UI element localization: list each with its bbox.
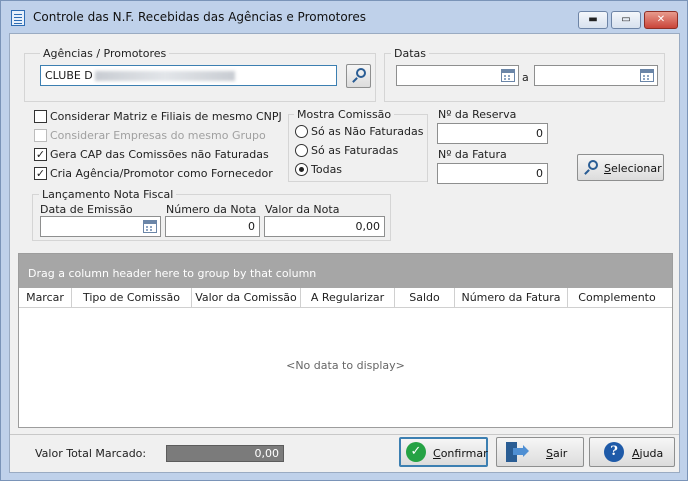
help-icon: ? [604,442,624,462]
data-fim-input[interactable] [534,65,658,86]
datas-separator: a [522,71,529,84]
matriz-filiais-label[interactable]: Considerar Matriz e Filiais de mesmo CNP… [50,110,282,123]
column-header-marcar[interactable]: Marcar [19,288,72,308]
cria-agencia-checkbox[interactable]: ✓ [34,167,47,180]
data-emissao-input[interactable] [40,216,161,237]
mostra-comissao-label: Mostra Comissão [294,108,395,121]
column-header-complemento[interactable]: Complemento [568,288,666,308]
calendar-icon[interactable] [640,69,654,82]
column-header-tipo-comissao[interactable]: Tipo de Comissão [72,288,192,308]
maximize-button[interactable]: ▭ [611,11,641,29]
radio-nao-faturadas-label[interactable]: Só as Não Faturadas [311,125,423,138]
fatura-label: Nº da Fatura [438,148,507,161]
fatura-input[interactable]: 0 [437,163,548,184]
data-inicio-input[interactable] [396,65,519,86]
title-bar: Controle das N.F. Recebidas das Agências… [1,1,687,33]
app-window: Controle das N.F. Recebidas das Agências… [0,0,688,481]
group-by-panel[interactable]: Drag a column header here to group by th… [19,254,672,288]
gera-cap-label[interactable]: Gera CAP das Comissões não Faturadas [50,148,269,161]
redacted-text [94,71,235,81]
reserva-input[interactable]: 0 [437,123,548,144]
calendar-icon[interactable] [143,220,157,233]
column-header-a-regularizar[interactable]: A Regularizar [301,288,395,308]
confirmar-button[interactable]: ✓ Confirmar [399,437,488,467]
numero-nota-input[interactable]: 0 [165,216,260,237]
radio-todas-label[interactable]: Todas [311,163,342,176]
valor-nota-input[interactable]: 0,00 [264,216,385,237]
selecionar-button[interactable]: Selecionar [577,154,664,181]
comissoes-grid[interactable]: Drag a column header here to group by th… [18,253,673,428]
matriz-filiais-checkbox[interactable] [34,110,47,123]
exit-icon [506,442,529,462]
agencia-input-value: CLUBE D [45,69,93,82]
valor-nota-label: Valor da Nota [265,203,340,216]
lancamento-group-label: Lançamento Nota Fiscal [39,188,177,201]
total-value: 0,00 [166,445,284,462]
empresas-grupo-label: Considerar Empresas do mesmo Grupo [50,129,266,142]
check-icon: ✓ [406,442,426,462]
footer-divider [10,434,679,435]
column-header-numero-fatura[interactable]: Número da Fatura [455,288,568,308]
empresas-grupo-checkbox [34,129,47,142]
ajuda-label: Ajuda [632,447,664,460]
grid-empty-message: <No data to display> [286,359,405,372]
radio-nao-faturadas[interactable] [295,125,308,138]
reserva-label: Nº da Reserva [438,108,517,121]
column-header-saldo[interactable]: Saldo [395,288,455,308]
cria-agencia-label[interactable]: Cria Agência/Promotor como Fornecedor [50,167,273,180]
agencia-input[interactable]: CLUBE D [40,65,337,86]
close-button[interactable]: ✕ [644,11,678,29]
ajuda-button[interactable]: ? Ajuda [589,437,675,467]
search-icon [356,68,366,78]
sair-button[interactable]: Sair [496,437,584,467]
app-icon [11,10,25,26]
total-label: Valor Total Marcado: [35,447,147,460]
calendar-icon[interactable] [501,69,515,82]
radio-faturadas-label[interactable]: Só as Faturadas [311,144,398,157]
search-icon [588,160,598,170]
selecionar-label: Selecionar [604,162,662,175]
agencia-search-button[interactable] [346,64,371,88]
datas-group-label: Datas [391,47,429,60]
client-area: Agências / Promotores CLUBE D Datas a Co… [9,33,680,473]
window-title: Controle das N.F. Recebidas das Agências… [33,10,366,24]
data-emissao-label: Data de Emissão [40,203,133,216]
column-header-valor-comissao[interactable]: Valor da Comissão [192,288,301,308]
numero-nota-label: Número da Nota [166,203,257,216]
radio-faturadas[interactable] [295,144,308,157]
gera-cap-checkbox[interactable]: ✓ [34,148,47,161]
sair-label: Sair [546,447,568,460]
radio-todas[interactable] [295,163,308,176]
minimize-button[interactable]: ▬ [578,11,608,29]
agencias-group-label: Agências / Promotores [40,47,170,60]
grid-header-row: Marcar Tipo de Comissão Valor da Comissã… [19,288,672,308]
confirmar-label: Confirmar [433,447,488,460]
